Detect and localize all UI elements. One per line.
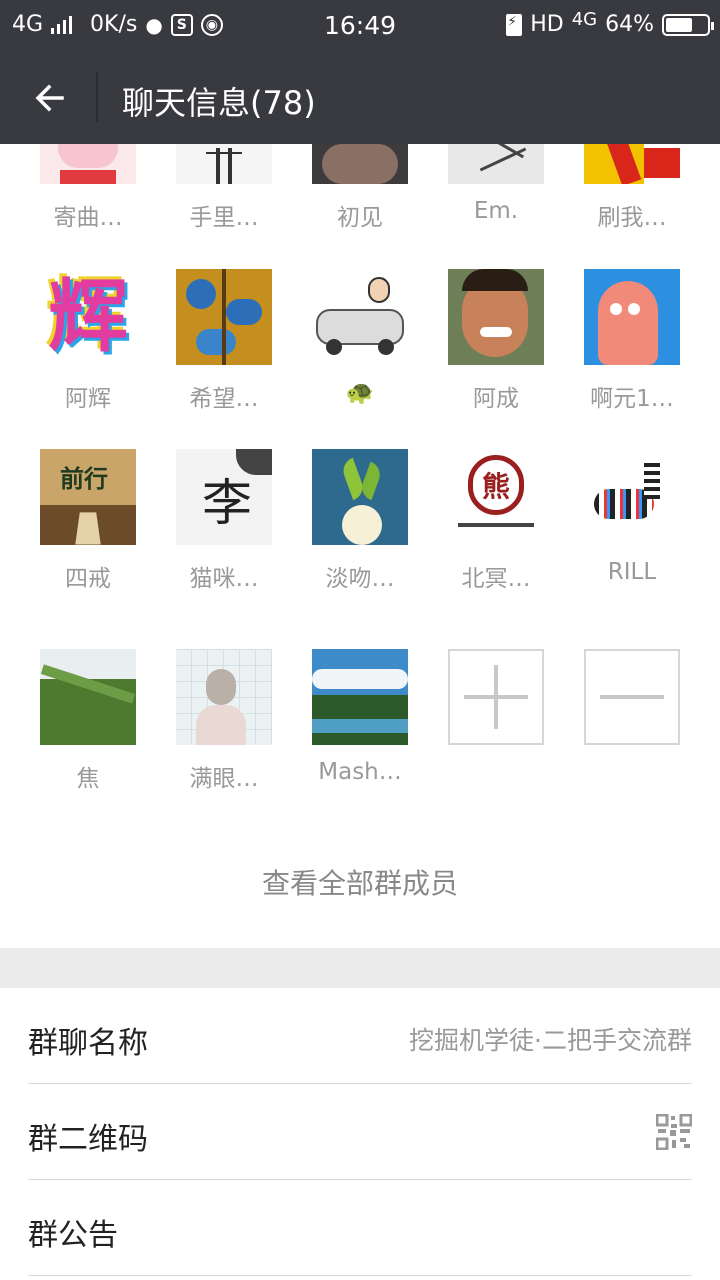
member-item[interactable]: 满眼…	[156, 649, 292, 793]
title-divider	[96, 72, 98, 122]
drawing-avatar	[448, 144, 544, 184]
member-item[interactable]: 阿成	[428, 269, 564, 413]
remove-member-button[interactable]	[584, 649, 680, 745]
member-item[interactable]: 焦	[20, 649, 156, 793]
charging-icon	[506, 13, 523, 36]
qr-code-icon	[656, 1114, 692, 1150]
member-name: 北冥…	[461, 566, 531, 592]
back-button[interactable]	[28, 76, 72, 120]
remove-member-item[interactable]	[564, 649, 700, 745]
member-item[interactable]: Em.	[428, 144, 564, 224]
zebra-avatar	[584, 449, 680, 545]
member-name: 四戒	[65, 566, 111, 592]
member-item[interactable]: 刷我…	[564, 144, 700, 232]
minus-icon	[600, 695, 664, 699]
sprout-avatar	[312, 449, 408, 545]
member-name: 阿成	[473, 386, 519, 412]
flag-avatar	[584, 144, 680, 184]
member-name: 满眼…	[189, 766, 259, 792]
starfish-avatar	[584, 269, 680, 365]
member-name: 焦	[76, 766, 100, 792]
network-type-right: 4G	[571, 9, 598, 30]
add-member-button[interactable]	[448, 649, 544, 745]
member-item[interactable]: 希望…	[156, 269, 292, 413]
member-item[interactable]: 李 猫咪…	[156, 449, 292, 593]
tree-avatar	[176, 269, 272, 365]
member-item[interactable]: RILL	[564, 449, 700, 585]
group-qr-label: 群二维码	[28, 1122, 148, 1157]
member-item[interactable]: 啊元1…	[564, 269, 700, 413]
member-name: 🐢	[345, 380, 375, 406]
member-item[interactable]: 初见	[292, 144, 428, 232]
status-bar: 4G 0K/s ● S ◉ 16:49 HD 4G 64%	[0, 0, 720, 52]
dark-avatar	[312, 144, 408, 184]
sketch-avatar	[176, 144, 272, 184]
member-name: 刷我…	[597, 205, 667, 231]
pig-avatar	[40, 144, 136, 184]
battery-percent: 64%	[605, 12, 654, 37]
member-item[interactable]: 熊 北冥…	[428, 449, 564, 593]
road-avatar: 前行	[40, 449, 136, 545]
group-name-row[interactable]: 群聊名称 挖掘机学徒·二把手交流群	[28, 988, 692, 1084]
member-name: 手里…	[189, 205, 259, 231]
member-name: 希望…	[189, 386, 259, 412]
rainbow-text-avatar: 辉	[40, 269, 136, 365]
group-notice-row[interactable]: 群公告	[28, 1180, 692, 1276]
member-name: 淡吻…	[325, 566, 395, 592]
member-name: RILL	[607, 559, 657, 585]
group-qr-row[interactable]: 群二维码	[28, 1084, 692, 1180]
member-name: Mash…	[318, 759, 402, 785]
back-arrow-icon	[35, 84, 64, 112]
member-name: 初见	[337, 205, 383, 231]
page-title: 聊天信息(78)	[122, 84, 316, 122]
member-item[interactable]: 寄曲…	[20, 144, 156, 232]
group-name-label: 群聊名称	[28, 1026, 148, 1061]
emblem-avatar: 熊	[448, 449, 544, 545]
title-bar: 聊天信息(78)	[0, 52, 720, 144]
member-name: Em.	[473, 198, 519, 224]
member-name: 啊元1…	[590, 386, 674, 412]
field-avatar	[40, 649, 136, 745]
view-all-members-link[interactable]: 查看全部群成员	[0, 862, 720, 902]
member-item[interactable]: 手里…	[156, 144, 292, 232]
battery-icon	[662, 13, 714, 36]
member-item[interactable]: 辉 阿辉	[20, 269, 156, 413]
group-settings-list: 群聊名称 挖掘机学徒·二把手交流群 群二维码 群公告	[0, 988, 720, 1276]
add-member-item[interactable]	[428, 649, 564, 745]
car-avatar	[312, 269, 408, 365]
member-item[interactable]: 前行 四戒	[20, 449, 156, 593]
member-grid: 寄曲… 手里… 初见 Em. 刷我… 辉 阿辉 希望… 🐢 阿成 啊元1… 前行…	[0, 144, 720, 948]
landscape-avatar	[312, 649, 408, 745]
member-item[interactable]: Mash…	[292, 649, 428, 785]
group-name-value: 挖掘机学徒·二把手交流群	[409, 1026, 692, 1055]
member-item[interactable]: 🐢	[292, 269, 428, 406]
section-divider	[0, 948, 720, 988]
member-name: 猫咪…	[189, 566, 259, 592]
hd-indicator: HD	[530, 12, 564, 37]
member-name: 寄曲…	[53, 205, 123, 231]
calligraphy-avatar: 李	[176, 449, 272, 545]
member-name: 阿辉	[65, 386, 111, 412]
child-avatar	[448, 269, 544, 365]
person-avatar	[176, 649, 272, 745]
group-notice-label: 群公告	[28, 1218, 118, 1253]
member-item[interactable]: 淡吻…	[292, 449, 428, 593]
